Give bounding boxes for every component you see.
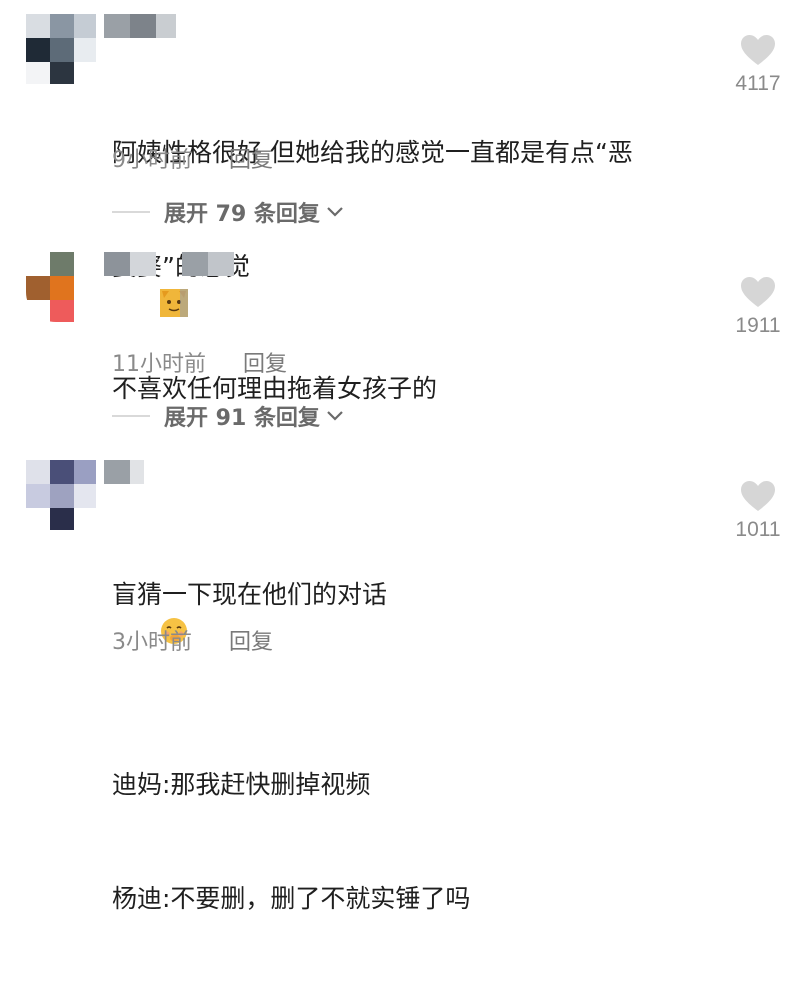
avatar[interactable] xyxy=(26,252,96,322)
comment-line: 迪妈:那我赶快删掉视频 xyxy=(112,770,371,799)
reply-button[interactable]: 回复 xyxy=(229,624,273,656)
username-blurred[interactable] xyxy=(104,252,244,276)
avatar[interactable] xyxy=(26,14,96,84)
heart-icon[interactable] xyxy=(740,480,776,512)
divider xyxy=(112,211,150,213)
like-count: 4117 xyxy=(735,72,781,95)
avatar[interactable] xyxy=(26,460,96,530)
comment-text: 不喜欢任何理由拖着女孩子的 xyxy=(112,294,712,484)
reply-button[interactable]: 回复 xyxy=(243,346,287,378)
like-group: 1011 xyxy=(728,480,788,542)
heart-icon[interactable] xyxy=(740,34,776,66)
comment-meta: 11小时前 回复 xyxy=(112,346,287,378)
reply-button[interactable]: 回复 xyxy=(229,142,273,174)
like-group: 4117 xyxy=(728,34,788,96)
chevron-down-icon xyxy=(327,207,343,217)
expand-replies-button[interactable]: 展开 91 条回复 xyxy=(112,400,344,432)
timestamp: 3小时前 xyxy=(112,630,192,655)
like-count: 1011 xyxy=(735,518,781,541)
heart-icon[interactable] xyxy=(740,276,776,308)
username-blurred[interactable] xyxy=(104,14,184,38)
comment-line: 盲猜一下现在他们的对话 xyxy=(112,580,388,609)
timestamp: 9小时前 xyxy=(112,148,192,173)
username-blurred[interactable] xyxy=(104,460,164,484)
comment-line: 杨迪:不要删，删了不就实锤了吗 xyxy=(112,884,471,913)
comment-meta: 3小时前 回复 xyxy=(112,624,273,656)
comment-meta: 9小时前 回复 xyxy=(112,142,273,174)
expand-label: 展开 79 条回复 xyxy=(164,202,320,227)
divider xyxy=(112,415,150,417)
expand-replies-button[interactable]: 展开 79 条回复 xyxy=(112,196,344,228)
timestamp: 11小时前 xyxy=(112,352,206,377)
comment-text: 盲猜一下现在他们的对话 迪妈:那我赶快删掉视频 杨迪:不要删，删了不就实锤了吗 xyxy=(112,500,712,994)
like-count: 1911 xyxy=(735,314,781,337)
chevron-down-icon xyxy=(327,411,343,421)
expand-label: 展开 91 条回复 xyxy=(164,406,320,431)
like-group: 1911 xyxy=(728,276,788,338)
